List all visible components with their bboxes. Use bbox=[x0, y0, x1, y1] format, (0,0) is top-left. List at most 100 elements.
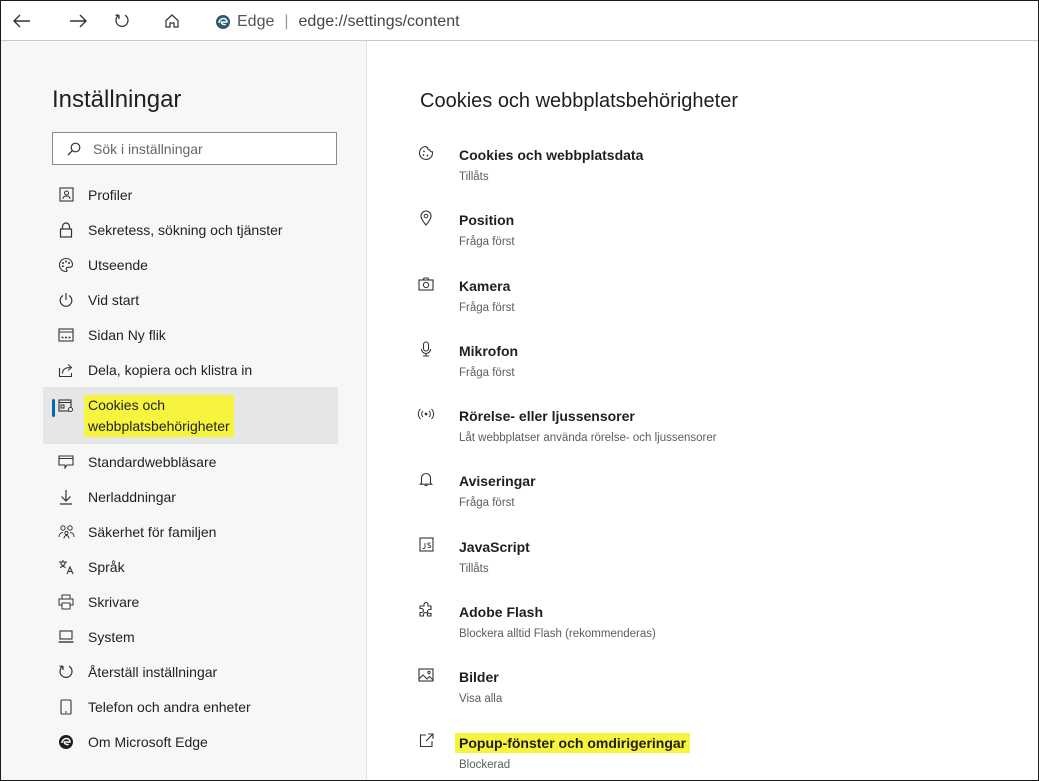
permission-camera[interactable]: Kamera Fråga först bbox=[417, 271, 1017, 336]
permission-status: Fråga först bbox=[459, 301, 515, 314]
permission-flash[interactable]: Adobe Flash Blockera alltid Flash (rekom… bbox=[417, 597, 1017, 662]
permission-images[interactable]: Bilder Visa alla bbox=[417, 662, 1017, 727]
permission-title: Aviseringar bbox=[459, 473, 536, 490]
browser-toolbar: Edge | edge://settings/content bbox=[1, 1, 1038, 41]
back-button[interactable] bbox=[7, 7, 37, 35]
sidebar-item-reset[interactable]: Återställ inställningar bbox=[43, 654, 338, 689]
sidebar-item-startup[interactable]: Vid start bbox=[43, 282, 338, 317]
permission-popups[interactable]: Popup-fönster och omdirigeringar Blocker… bbox=[417, 728, 1017, 780]
sidebar-item-label: Sekretess, sökning och tjänster bbox=[88, 221, 283, 238]
sidebar-item-share[interactable]: Dela, kopiera och klistra in bbox=[43, 352, 338, 387]
sidebar-item-label: Telefon och andra enheter bbox=[88, 698, 251, 715]
sidebar-item-label: Återställ inställningar bbox=[88, 663, 218, 680]
browser-window: Edge | edge://settings/content Inställni… bbox=[0, 0, 1039, 781]
sidebar-item-downloads[interactable]: Nerladdningar bbox=[43, 479, 338, 514]
permission-title: Mikrofon bbox=[459, 342, 519, 359]
permission-title: Adobe Flash bbox=[459, 604, 544, 621]
active-indicator bbox=[52, 399, 55, 417]
sidebar-item-label: Språk bbox=[88, 558, 125, 575]
permission-status: Visa alla bbox=[459, 693, 503, 706]
permission-title: Cookies och webbplatsdata bbox=[459, 147, 644, 163]
bell-icon bbox=[417, 470, 435, 488]
permission-sensors[interactable]: Rörelse- eller ljussensorer Låt webbplat… bbox=[417, 401, 1017, 466]
sidebar-item-label: Dela, kopiera och klistra in bbox=[88, 361, 253, 378]
edge-logo-icon bbox=[57, 733, 75, 751]
permission-cookies[interactable]: Cookies och webbplatsdata Tillåts bbox=[417, 140, 1017, 205]
search-icon bbox=[67, 142, 81, 155]
home-button[interactable] bbox=[157, 7, 187, 35]
location-icon bbox=[417, 209, 435, 227]
refresh-button[interactable] bbox=[107, 7, 137, 35]
sidebar-item-new-tab[interactable]: Sidan Ny flik bbox=[43, 317, 338, 352]
sensor-icon bbox=[417, 405, 435, 423]
permissions-list: Cookies och webbplatsdata Tillåts Positi… bbox=[417, 140, 1017, 780]
refresh-icon bbox=[115, 14, 129, 28]
permission-title: Kamera bbox=[459, 277, 511, 294]
sidebar-item-family[interactable]: Säkerhet för familjen bbox=[43, 514, 338, 549]
permission-location[interactable]: Position Fråga först bbox=[417, 205, 1017, 270]
sidebar-item-appearance[interactable]: Utseende bbox=[43, 247, 338, 282]
camera-icon bbox=[417, 275, 435, 293]
permission-javascript[interactable]: JavaScript Tillåts bbox=[417, 532, 1017, 597]
sidebar-item-profiles[interactable]: Profiler bbox=[43, 177, 338, 212]
family-icon bbox=[57, 523, 75, 541]
palette-icon bbox=[57, 256, 75, 274]
permission-title: Bilder bbox=[459, 669, 499, 686]
permission-status: Blockera alltid Flash (rekommenderas) bbox=[459, 628, 656, 641]
sidebar-item-label: Profiler bbox=[88, 186, 133, 203]
search-input[interactable] bbox=[93, 140, 323, 157]
sidebar-item-label: Skrivare bbox=[88, 593, 140, 610]
label-line-1: Cookies och bbox=[88, 397, 166, 413]
cookie-icon bbox=[417, 144, 435, 162]
forward-button[interactable] bbox=[63, 7, 93, 35]
address-separator: | bbox=[284, 13, 289, 30]
sidebar-item-privacy[interactable]: Sekretess, sökning och tjänster bbox=[43, 212, 338, 247]
permission-title: Rörelse- eller ljussensorer bbox=[459, 408, 635, 425]
power-icon bbox=[57, 291, 75, 309]
address-bar[interactable]: Edge | edge://settings/content bbox=[215, 11, 460, 33]
sidebar-item-label: Standardwebbläsare bbox=[88, 453, 217, 470]
permission-status: Blockerad bbox=[459, 758, 511, 771]
sidebar-item-default-browser[interactable]: Standardwebbläsare bbox=[43, 444, 338, 479]
sidebar-item-about[interactable]: Om Microsoft Edge bbox=[43, 724, 338, 759]
puzzle-icon bbox=[417, 601, 435, 619]
settings-nav: Profiler Sekretess, sökning och tjänster… bbox=[43, 177, 338, 759]
permission-status: Låt webbplatser använda rörelse- och lju… bbox=[459, 432, 717, 445]
permission-title: JavaScript bbox=[459, 538, 530, 555]
home-icon bbox=[165, 14, 179, 28]
microphone-icon bbox=[417, 340, 435, 358]
permission-status: Tillåts bbox=[459, 171, 489, 183]
language-icon bbox=[57, 558, 75, 576]
phone-icon bbox=[57, 698, 75, 716]
share-icon bbox=[57, 361, 75, 379]
sidebar-item-label: Cookies och webbplatsbehörigheter bbox=[84, 395, 234, 437]
download-icon bbox=[57, 488, 75, 506]
javascript-icon bbox=[417, 536, 435, 554]
permission-microphone[interactable]: Mikrofon Fråga först bbox=[417, 336, 1017, 401]
permission-notifications[interactable]: Aviseringar Fråga först bbox=[417, 466, 1017, 531]
settings-sidebar: Inställningar Profiler Sekretess, söknin… bbox=[1, 41, 367, 780]
sidebar-item-printers[interactable]: Skrivare bbox=[43, 584, 338, 619]
permission-title: Position bbox=[459, 212, 515, 229]
browser-brand: Edge bbox=[237, 13, 275, 30]
browser-icon bbox=[57, 453, 75, 471]
sidebar-item-system[interactable]: System bbox=[43, 619, 338, 654]
sidebar-item-label: Om Microsoft Edge bbox=[88, 733, 208, 750]
sidebar-item-label: Säkerhet för familjen bbox=[88, 523, 217, 540]
permission-status: Fråga först bbox=[459, 366, 515, 379]
lock-icon bbox=[57, 221, 75, 239]
label-line-2: webbplatsbehörigheter bbox=[88, 418, 230, 434]
new-tab-icon bbox=[57, 326, 75, 344]
forward-arrow-icon bbox=[70, 14, 87, 28]
sidebar-item-site-permissions[interactable]: Cookies och webbplatsbehörigheter bbox=[43, 387, 338, 444]
profile-icon bbox=[57, 186, 75, 204]
sidebar-item-label: Nerladdningar bbox=[88, 488, 176, 505]
sidebar-item-languages[interactable]: Språk bbox=[43, 549, 338, 584]
image-icon bbox=[417, 666, 435, 684]
sidebar-item-phone[interactable]: Telefon och andra enheter bbox=[43, 689, 338, 724]
site-permissions-icon bbox=[57, 397, 75, 415]
popup-icon bbox=[417, 732, 435, 750]
system-icon bbox=[57, 628, 75, 646]
permission-status: Tillåts bbox=[459, 562, 489, 575]
search-box[interactable] bbox=[52, 132, 337, 165]
